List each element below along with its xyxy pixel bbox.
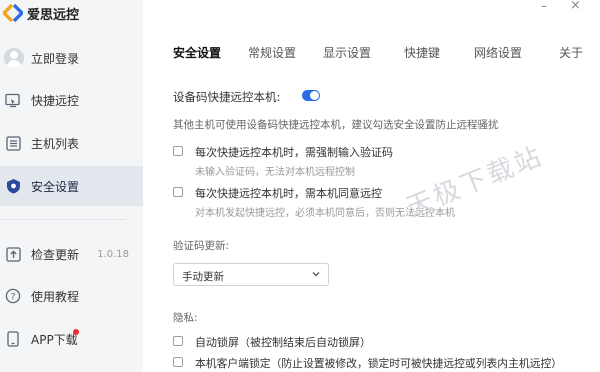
notification-badge bbox=[73, 329, 79, 335]
sidebar-item-label: APP下载 bbox=[31, 332, 78, 347]
recommend-note: 其他主机可使用设备码快捷远控本机，建议勾选安全设置防止远程骚扰 bbox=[173, 119, 499, 131]
require-consent-label: 每次快捷远控本机时，需本机同意远控 bbox=[195, 187, 382, 200]
help-icon: ? bbox=[4, 287, 22, 305]
phone-icon bbox=[4, 330, 22, 348]
login-button[interactable]: 立即登录 bbox=[0, 38, 143, 78]
sidebar-item-label: 安全设置 bbox=[31, 179, 80, 194]
privacy-label: 隐私: bbox=[173, 312, 198, 324]
sidebar-item-host-list[interactable]: 主机列表 bbox=[0, 123, 143, 163]
sidebar-item-label: 使用教程 bbox=[31, 289, 80, 304]
force-code-label: 每次快捷远控本机时，需强制输入验证码 bbox=[195, 146, 393, 159]
shield-icon bbox=[4, 177, 22, 195]
device-code-label: 设备码快捷远控本机: bbox=[173, 90, 281, 104]
sidebar-item-check-update[interactable]: 检查更新 1.0.18 bbox=[0, 234, 143, 274]
upload-icon bbox=[4, 245, 22, 263]
minimize-button[interactable]: – bbox=[541, 0, 547, 12]
sidebar-item-app-download[interactable]: APP下载 bbox=[0, 319, 143, 359]
avatar-icon bbox=[3, 47, 25, 69]
list-icon bbox=[4, 134, 22, 152]
sidebar-item-security[interactable]: 安全设置 bbox=[0, 166, 143, 206]
sidebar: 爱思远控 立即登录 快捷远控 主机列表 安全设置 检查更新 1.0.18 ? 使… bbox=[0, 0, 143, 372]
sidebar-item-quick-remote[interactable]: 快捷远控 bbox=[0, 80, 143, 120]
code-update-value: 手动更新 bbox=[182, 271, 224, 283]
tab-about[interactable]: 关于 bbox=[559, 44, 583, 61]
sidebar-item-tutorial[interactable]: ? 使用教程 bbox=[0, 276, 143, 316]
sidebar-item-label: 检查更新 bbox=[31, 247, 80, 262]
code-update-select[interactable]: 手动更新 bbox=[173, 263, 329, 286]
sidebar-divider bbox=[0, 219, 126, 220]
device-code-toggle[interactable] bbox=[302, 90, 320, 101]
sidebar-item-label: 主机列表 bbox=[31, 136, 80, 151]
client-lock-label: 本机客户端锁定（防止设置被修改，锁定时可被快捷远控或列表内主机远控） bbox=[195, 357, 563, 370]
watermark: 天极下载站 bbox=[402, 141, 548, 224]
close-button[interactable]: × bbox=[570, 0, 581, 12]
auto-lock-checkbox[interactable] bbox=[173, 336, 183, 346]
app-logo-icon bbox=[3, 4, 23, 22]
client-lock-checkbox[interactable] bbox=[173, 357, 183, 367]
tab-security[interactable]: 安全设置 bbox=[173, 44, 221, 61]
version-label: 1.0.18 bbox=[97, 248, 129, 260]
remote-monitor-icon bbox=[4, 91, 22, 109]
tab-network[interactable]: 网络设置 bbox=[474, 44, 522, 61]
login-label: 立即登录 bbox=[31, 51, 80, 66]
tab-general[interactable]: 常规设置 bbox=[248, 44, 296, 61]
app-title: 爱思远控 bbox=[27, 7, 80, 23]
settings-tabs: 安全设置 常规设置 显示设置 快捷键 网络设置 关于 bbox=[143, 44, 600, 64]
code-update-label: 验证码更新: bbox=[173, 240, 230, 252]
require-consent-checkbox[interactable] bbox=[173, 187, 183, 197]
force-code-hint: 未输入验证码，无法对本机远程控制 bbox=[195, 167, 355, 178]
svg-text:?: ? bbox=[11, 293, 16, 303]
auto-lock-label: 自动锁屏（被控制结束后自动锁屏） bbox=[195, 336, 371, 349]
tab-display[interactable]: 显示设置 bbox=[323, 44, 371, 61]
app-logo: 爱思远控 bbox=[3, 3, 79, 23]
force-code-checkbox[interactable] bbox=[173, 146, 183, 156]
sidebar-item-label: 快捷远控 bbox=[31, 93, 80, 108]
tab-shortcuts[interactable]: 快捷键 bbox=[404, 44, 440, 61]
chevron-down-icon bbox=[312, 272, 320, 277]
